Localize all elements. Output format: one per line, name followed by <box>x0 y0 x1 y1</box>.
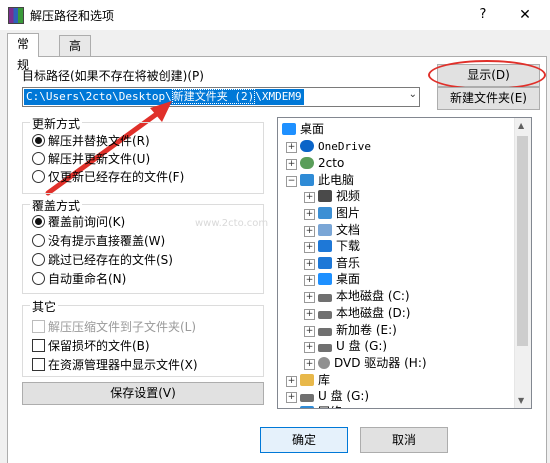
tree-item-libraries[interactable]: + 库 <box>286 372 330 388</box>
tree-item-usb-g-root[interactable]: + U 盘 (G:) <box>286 388 369 404</box>
expand-icon[interactable]: + <box>286 142 297 153</box>
expand-icon[interactable]: + <box>304 326 315 337</box>
tree-item-network[interactable]: +网络 <box>286 404 342 409</box>
network-icon <box>300 406 314 408</box>
dvd-icon <box>318 357 330 369</box>
tree-item-drive-d[interactable]: + 本地磁盘 (D:) <box>304 305 410 321</box>
drive-icon <box>318 311 332 319</box>
target-path-combobox[interactable]: C:\Users\2cto\Desktop\新建文件夹 (2)\XMDEM9 ⌄ <box>22 87 420 107</box>
target-path-value[interactable]: C:\Users\2cto\Desktop\新建文件夹 (2)\XMDEM9 <box>24 89 304 105</box>
save-settings-button[interactable]: 保存设置(V) <box>22 382 264 405</box>
radio-button[interactable] <box>32 152 45 165</box>
ok-button[interactable]: 确定 <box>260 427 348 453</box>
expand-icon[interactable]: + <box>304 192 315 203</box>
expand-icon[interactable]: + <box>304 209 315 220</box>
tab-general[interactable]: 常规 <box>7 33 40 72</box>
expand-icon[interactable]: + <box>304 292 315 303</box>
checkbox[interactable] <box>32 339 45 352</box>
scroll-up-icon[interactable]: ▲ <box>518 121 524 130</box>
scroll-down-icon[interactable]: ▼ <box>518 396 524 405</box>
expand-icon[interactable]: + <box>304 309 315 320</box>
new-folder-button[interactable]: 新建文件夹(E) <box>437 87 540 110</box>
tree-item-pc-desktop[interactable]: + 桌面 <box>304 271 360 287</box>
expand-icon[interactable]: + <box>286 159 297 170</box>
expand-icon[interactable]: + <box>286 392 297 403</box>
desktop-icon <box>318 273 332 285</box>
misc-title: 其它 <box>30 298 59 315</box>
tab-advanced[interactable]: 高级 <box>59 35 92 74</box>
overwrite-option-rename[interactable]: 自动重命名(N) <box>32 270 126 287</box>
radio-button[interactable] <box>32 253 45 266</box>
overwrite-option-skip[interactable]: 跳过已经存在的文件(S) <box>32 251 173 268</box>
tree-item-this-pc[interactable]: − 此电脑 <box>286 172 354 188</box>
scrollbar-thumb[interactable] <box>517 136 528 346</box>
expand-icon[interactable]: + <box>286 408 297 409</box>
tree-item-downloads[interactable]: + 下载 <box>304 238 360 254</box>
winrar-icon <box>8 7 24 24</box>
document-icon <box>318 224 332 236</box>
cancel-button[interactable]: 取消 <box>360 427 448 453</box>
expand-icon[interactable]: + <box>304 226 315 237</box>
collapse-icon[interactable]: − <box>286 176 297 187</box>
tree-item-user[interactable]: +2cto <box>286 155 344 171</box>
radio-button[interactable] <box>32 272 45 285</box>
misc-option-keep-broken[interactable]: 保留损坏的文件(B) <box>32 337 150 354</box>
watermark-text: www.2cto.com <box>195 218 269 229</box>
help-icon[interactable]: ? <box>470 2 496 28</box>
close-icon[interactable]: ✕ <box>510 2 540 28</box>
download-icon <box>318 240 332 252</box>
library-icon <box>300 374 314 386</box>
radio-button[interactable] <box>32 215 45 228</box>
drive-icon <box>318 328 332 336</box>
expand-icon[interactable]: + <box>304 359 315 370</box>
title-bar: 解压路径和选项 ? ✕ <box>0 0 550 30</box>
tree-item-desktop[interactable]: 桌面 <box>282 121 324 137</box>
misc-option-subfolder: 解压压缩文件到子文件夹(L) <box>32 318 196 335</box>
misc-option-show-explorer[interactable]: 在资源管理器中显示文件(X) <box>32 356 198 373</box>
tree-item-videos[interactable]: + 视频 <box>304 188 360 204</box>
desktop-icon <box>282 123 296 135</box>
tree-item-music[interactable]: + 音乐 <box>304 255 360 271</box>
update-mode-title: 更新方式 <box>30 115 83 132</box>
video-icon <box>318 190 332 202</box>
overwrite-mode-title: 覆盖方式 <box>30 197 83 214</box>
expand-icon[interactable]: + <box>304 259 315 270</box>
picture-icon <box>318 207 332 219</box>
window-title: 解压路径和选项 <box>30 9 115 23</box>
highlight-annotation <box>428 60 546 90</box>
checkbox <box>32 320 45 333</box>
expand-icon[interactable]: + <box>304 342 315 353</box>
music-icon <box>318 257 332 269</box>
overwrite-option-overwrite[interactable]: 没有提示直接覆盖(W) <box>32 232 165 249</box>
cloud-icon <box>300 140 314 152</box>
expand-icon[interactable]: + <box>286 376 297 387</box>
update-option-update[interactable]: 解压并更新文件(U) <box>32 150 150 167</box>
target-path-label: 目标路径(如果不存在将被创建)(P) <box>22 69 204 83</box>
computer-icon <box>300 174 314 186</box>
tree-item-documents[interactable]: + 文档 <box>304 222 360 238</box>
tree-item-onedrive[interactable]: + OneDrive <box>286 138 371 154</box>
tree-item-drive-e[interactable]: + 新加卷 (E:) <box>304 322 397 338</box>
update-option-replace[interactable]: 解压并替换文件(R) <box>32 132 150 149</box>
overwrite-option-ask[interactable]: 覆盖前询问(K) <box>32 213 125 230</box>
usb-icon <box>300 394 314 402</box>
tree-item-pictures[interactable]: + 图片 <box>304 205 360 221</box>
checkbox[interactable] <box>32 358 45 371</box>
radio-button[interactable] <box>32 134 45 147</box>
expand-icon[interactable]: + <box>304 242 315 253</box>
tree-scrollbar[interactable]: ▲ ▼ <box>514 118 531 408</box>
update-option-existing[interactable]: 仅更新已经存在的文件(F) <box>32 168 184 185</box>
radio-button[interactable] <box>32 234 45 247</box>
drive-icon <box>318 294 332 302</box>
usb-icon <box>318 344 332 352</box>
user-icon <box>300 157 314 169</box>
radio-button[interactable] <box>32 170 45 183</box>
folder-tree[interactable]: 桌面 + OneDrive +2cto − 此电脑 + 视频 + 图片 + 文档 + 下载 … <box>277 117 532 409</box>
tree-item-drive-c[interactable]: + 本地磁盘 (C:) <box>304 288 410 304</box>
expand-icon[interactable]: + <box>304 275 315 286</box>
tree-item-usb-g[interactable]: + U 盘 (G:) <box>304 338 387 354</box>
chevron-down-icon[interactable]: ⌄ <box>409 89 417 100</box>
tree-item-dvd-h[interactable]: + DVD 驱动器 (H:) <box>304 355 427 371</box>
